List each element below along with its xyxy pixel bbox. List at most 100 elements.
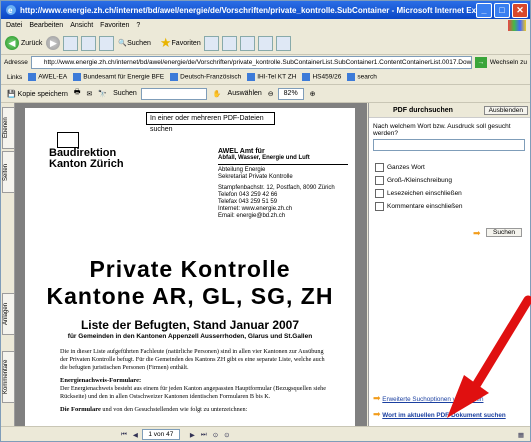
go-arrow-icon[interactable]: → (474, 56, 487, 68)
address-bar: Adresse http://www.energie.zh.ch/interne… (1, 55, 530, 69)
link-icon (73, 73, 82, 81)
navigation-tabs: Ebenen Seiten Anlagen Kommentare (1, 103, 15, 426)
pdf-find-input[interactable] (140, 87, 207, 100)
link-item[interactable]: IHI-Tel KT ZH (247, 73, 296, 81)
link-icon (347, 73, 356, 81)
paragraph: Energienachweis-Formulare: Der Energienac… (60, 377, 327, 400)
favorites-star-icon: ★ (159, 35, 172, 50)
home-icon[interactable] (99, 35, 115, 51)
search-term-input[interactable] (373, 139, 525, 151)
arrow-icon: ➡ (373, 409, 381, 419)
hide-button[interactable]: Ausblenden (483, 105, 528, 115)
go-label[interactable]: Wechseln zu (490, 59, 527, 66)
advanced-search-link[interactable]: ➡ Erweiterte Suchoptionen verwenden (373, 393, 506, 404)
checkbox[interactable] (375, 176, 384, 185)
tab-comments[interactable]: Kommentare (2, 351, 15, 403)
minimize-button[interactable]: _ (476, 2, 492, 18)
link-item[interactable]: Deutsch-Französisch (170, 73, 241, 81)
link-item[interactable]: AWEL-EA (28, 73, 67, 81)
option-whole-word[interactable]: Ganzes Wort (375, 163, 530, 172)
edit-icon[interactable] (257, 35, 273, 51)
window-title: http://www.energie.zh.ch/internet/bd/awe… (20, 5, 476, 15)
zoom-out-icon[interactable]: ⊖ (268, 90, 274, 98)
prev-page-icon[interactable]: ◀ (133, 431, 138, 439)
tab-pages[interactable]: Seiten (2, 151, 15, 193)
tab-layers[interactable]: Ebenen (2, 107, 15, 149)
search-question: Nach welchem Wort bzw. Ausdruck soll ges… (373, 123, 511, 137)
windows-logo-icon (508, 20, 526, 31)
search-panel-header: PDF durchsuchen Ausblenden (369, 103, 530, 118)
close-button[interactable]: ✕ (512, 2, 528, 18)
search-submit-button[interactable]: Suchen (486, 228, 523, 237)
link-item[interactable]: search (347, 73, 377, 81)
mail-icon[interactable] (221, 35, 237, 51)
link-icon (302, 73, 311, 81)
back-label: Zurück (21, 39, 43, 47)
layout-icon[interactable]: ▦ (518, 431, 524, 439)
link-icon (247, 73, 256, 81)
phone: Telefon 043 259 42 66 (218, 192, 278, 198)
stop-icon[interactable] (63, 35, 79, 51)
first-page-icon[interactable]: ⏮ (121, 431, 127, 439)
find-label[interactable]: Suchen (113, 90, 137, 97)
paragraph: Die in dieser Liste aufgeführten Fachleu… (60, 348, 325, 371)
checkbox[interactable] (375, 163, 384, 172)
canton-logo: Baudirektion Kanton Zürich (49, 132, 129, 170)
address-label: Adresse (4, 58, 28, 66)
option-case-sensitive[interactable]: Groß-/Kleinschreibung (375, 176, 530, 185)
zoom-input[interactable]: 82% (277, 87, 304, 100)
prev-view-icon[interactable]: ⊙ (213, 431, 218, 439)
menu-favorites[interactable]: Favoriten (100, 22, 129, 29)
menu-file[interactable]: Datei (6, 22, 22, 29)
dept: Abteilung Energie (218, 167, 266, 173)
last-page-icon[interactable]: ⏭ (201, 431, 207, 439)
favorites-button[interactable]: ★ Favoriten (155, 35, 201, 51)
email: Email: energie@bd.zh.ch (218, 213, 286, 219)
search-button[interactable]: 🔍 Suchen (118, 39, 151, 48)
search-icon: 🔍 (118, 40, 128, 47)
forward-button[interactable]: ▶ (46, 36, 61, 50)
next-page-icon[interactable]: ▶ (190, 431, 195, 439)
menu-help[interactable]: ? (136, 22, 140, 29)
refresh-icon[interactable] (81, 35, 97, 51)
menu-view[interactable]: Ansicht (70, 22, 93, 29)
email-icon[interactable]: ✉ (86, 90, 92, 98)
zoom-in-icon[interactable]: ⊕ (310, 90, 316, 98)
tab-attachments[interactable]: Anlagen (2, 293, 15, 335)
menu-bar: Datei Bearbeiten Ansicht Favoriten ? (1, 19, 530, 32)
select-tool-button[interactable]: Auswählen (228, 90, 262, 97)
link-icon (28, 73, 37, 81)
list-subtitle: für Gemeinden in den Kantonen Appenzell … (67, 333, 313, 340)
discuss-icon[interactable] (275, 35, 291, 51)
next-view-icon[interactable]: ⊙ (224, 431, 229, 439)
link-item[interactable]: HS459/26 (302, 73, 341, 81)
document-body: Die in dieser Liste aufgeführten Fachleu… (60, 348, 330, 419)
svg-text:e: e (8, 6, 13, 15)
back-arrow-icon: ◀ (5, 36, 19, 50)
checkbox[interactable] (375, 189, 384, 198)
favorites-label: Favoriten (171, 39, 201, 47)
checkbox[interactable] (375, 202, 384, 211)
back-button[interactable]: ◀ Zurück (5, 36, 42, 50)
option-comments[interactable]: Kommentare einschließen (375, 202, 530, 211)
search-current-pdf-link[interactable]: ➡ Wort im aktuellen PDF-Dokument suchen (373, 409, 506, 420)
canton-crest-icon (57, 132, 79, 148)
link-item[interactable]: Bundesamt für Energie BFE (73, 73, 164, 81)
pdf-document-area[interactable]: In einer oder mehreren PDF-Dateien suche… (15, 103, 367, 426)
hand-tool-icon[interactable]: ✋ (213, 90, 222, 98)
forward-arrow-icon: ▶ (46, 36, 61, 50)
print-icon[interactable] (239, 35, 255, 51)
menu-edit[interactable]: Bearbeiten (29, 22, 63, 29)
maximize-button[interactable]: □ (494, 2, 510, 18)
history-icon[interactable] (203, 35, 219, 51)
address-input[interactable]: http://www.energie.zh.ch/internet/bd/awe… (30, 55, 472, 69)
print-icon[interactable]: 🖶 (74, 88, 81, 99)
page-number-input[interactable]: 1 von 47 (141, 429, 180, 440)
awel-sub: Abfall, Wasser, Energie und Luft (218, 155, 310, 161)
awel-title: AWEL Amt für (218, 148, 265, 155)
find-icon[interactable]: 🔭 (98, 90, 107, 98)
save-copy-button[interactable]: 💾 Kopie speichern (7, 90, 68, 98)
option-bookmarks[interactable]: Lesezeichen einschließen (375, 189, 530, 198)
search-panel-links: ➡ Erweiterte Suchoptionen verwenden ➡ Wo… (373, 393, 506, 425)
search-label: Suchen (127, 39, 151, 47)
